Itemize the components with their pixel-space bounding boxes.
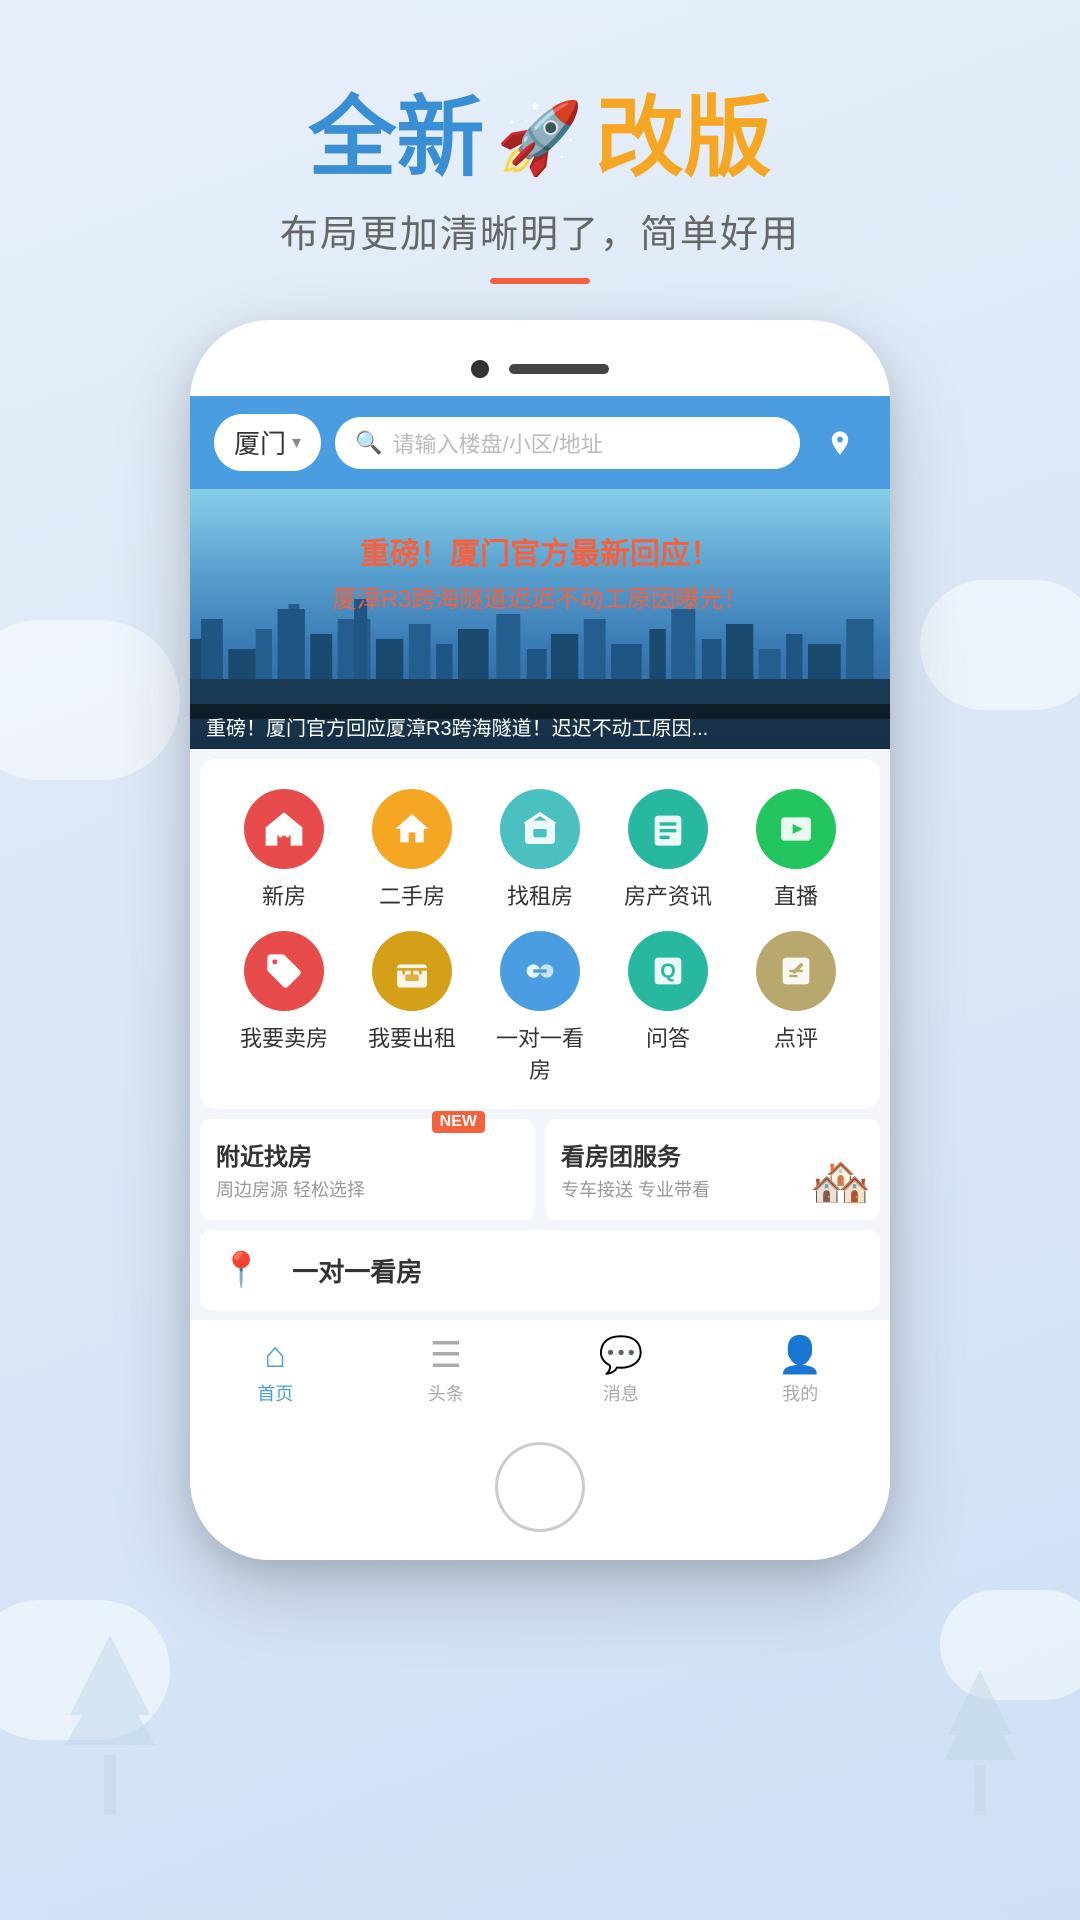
one-to-one-label-menu: 一对一看房	[490, 1021, 590, 1085]
live-label: 直播	[774, 879, 818, 911]
nearby-title: 附近找房	[216, 1137, 519, 1172]
banner[interactable]: 重磅！厦门官方最新回应！ 厦漳R3跨海隧道迟迟不动工原因曝光！ 重磅！厦门官方回…	[190, 489, 890, 749]
review-icon	[756, 931, 836, 1011]
search-icon: 🔍	[355, 430, 382, 456]
nearby-card[interactable]: 附近找房 周边房源 轻松选择 NEW	[200, 1119, 535, 1220]
svg-text:Q: Q	[660, 961, 676, 983]
qa-icon: Q	[628, 931, 708, 1011]
bottom-cards: 附近找房 周边房源 轻松选择 NEW 看房团服务 专车接送 专业带看 🏘️	[200, 1119, 880, 1220]
phone-top	[190, 350, 890, 396]
phone-frame: 厦门 ▾ 🔍 请输入楼盘/小区/地址	[190, 320, 890, 1560]
nav-item-home[interactable]: ⌂ 首页	[257, 1334, 293, 1406]
qa-label: 问答	[646, 1021, 690, 1053]
rent-label: 找租房	[507, 879, 573, 911]
app-header: 厦门 ▾ 🔍 请输入楼盘/小区/地址	[190, 396, 890, 489]
search-bar[interactable]: 🔍 请输入楼盘/小区/地址	[335, 417, 800, 469]
menu-item-one-to-one[interactable]: 一对一看房	[490, 931, 590, 1085]
map-area: 📍 一对一看房	[200, 1230, 880, 1310]
city-name: 厦门	[234, 424, 286, 461]
headline-underline	[490, 278, 590, 284]
icon-grid: 新房 二手房	[200, 759, 880, 1109]
tree-right	[940, 1655, 1020, 1820]
review-label: 点评	[774, 1021, 818, 1053]
menu-item-live[interactable]: 直播	[746, 789, 846, 911]
nav-item-profile[interactable]: 👤 我的	[778, 1334, 823, 1406]
menu-item-rent[interactable]: 找租房	[490, 789, 590, 911]
second-house-label: 二手房	[379, 879, 445, 911]
banner-bottom-bar: 重磅！厦门官方回应厦漳R3跨海隧道！迟迟不动工原因...	[190, 704, 890, 749]
bottom-nav: ⌂ 首页 ☰ 头条 💬 消息 👤 我的	[190, 1320, 890, 1426]
menu-item-qa[interactable]: Q 问答	[618, 931, 718, 1085]
chevron-down-icon: ▾	[292, 432, 301, 453]
nearby-sub: 周边房源 轻松选择	[216, 1176, 519, 1202]
new-house-label: 新房	[262, 879, 306, 911]
search-placeholder-text: 请输入楼盘/小区/地址	[392, 427, 602, 459]
headlines-nav-label: 头条	[428, 1380, 464, 1406]
news-label: 房产资讯	[624, 879, 712, 911]
new-house-icon	[244, 789, 324, 869]
location-icon[interactable]	[814, 417, 866, 469]
rocket-icon: 🚀	[496, 100, 583, 177]
headline-main: 全新 🚀 改版	[0, 90, 1080, 187]
icon-row-1: 新房 二手房	[220, 789, 860, 911]
tree-left	[60, 1615, 160, 1820]
banner-title: 重磅！厦门官方最新回应！	[190, 529, 890, 573]
headline-subtitle: 布局更加清晰明了，简单好用	[0, 203, 1080, 258]
live-icon	[756, 789, 836, 869]
messages-nav-label: 消息	[603, 1380, 639, 1406]
home-button[interactable]	[495, 1442, 585, 1532]
phone-camera	[471, 360, 489, 378]
phone-speaker	[509, 364, 609, 374]
lease-label: 我要出租	[368, 1021, 456, 1053]
nav-item-headlines[interactable]: ☰ 头条	[428, 1334, 464, 1406]
home-nav-icon: ⌂	[264, 1334, 286, 1376]
sell-icon	[244, 931, 324, 1011]
one-to-one-icon	[500, 931, 580, 1011]
city-selector[interactable]: 厦门 ▾	[214, 414, 321, 471]
building-decoration-icon: 🏘️	[810, 1153, 872, 1212]
headline-part2: 改版	[596, 90, 772, 187]
news-icon	[628, 789, 708, 869]
home-nav-label: 首页	[257, 1380, 293, 1406]
menu-item-sell[interactable]: 我要卖房	[234, 931, 334, 1085]
icon-row-2: 我要卖房 我要出租	[220, 931, 860, 1085]
banner-bottom-text: 重磅！厦门官方回应厦漳R3跨海隧道！迟迟不动工原因...	[206, 712, 874, 741]
one-to-one-card[interactable]: 一对一看房	[276, 1240, 860, 1301]
headline-part1: 全新	[308, 90, 484, 187]
menu-item-review[interactable]: 点评	[746, 931, 846, 1085]
new-badge: NEW	[432, 1111, 485, 1133]
rent-icon	[500, 789, 580, 869]
banner-text-overlay: 重磅！厦门官方最新回应！ 厦漳R3跨海隧道迟迟不动工原因曝光！	[190, 529, 890, 614]
profile-nav-label: 我的	[782, 1380, 818, 1406]
banner-subtitle: 厦漳R3跨海隧道迟迟不动工原因曝光！	[190, 579, 890, 614]
map-pin-icon: 📍	[220, 1250, 262, 1290]
one-to-one-card-label: 一对一看房	[292, 1257, 422, 1287]
nav-item-messages[interactable]: 💬 消息	[598, 1334, 643, 1406]
profile-nav-icon: 👤	[778, 1334, 823, 1376]
headlines-nav-icon: ☰	[430, 1334, 462, 1376]
menu-item-new-house[interactable]: 新房	[234, 789, 334, 911]
headline-section: 全新 🚀 改版 布局更加清晰明了，简单好用	[0, 0, 1080, 314]
home-button-row	[190, 1426, 890, 1560]
bg-cloud-left	[0, 620, 180, 780]
menu-item-second-house[interactable]: 二手房	[362, 789, 462, 911]
bg-cloud-right	[920, 580, 1080, 710]
lease-icon	[372, 931, 452, 1011]
menu-item-lease[interactable]: 我要出租	[362, 931, 462, 1085]
menu-item-news[interactable]: 房产资讯	[618, 789, 718, 911]
phone-wrapper: 厦门 ▾ 🔍 请输入楼盘/小区/地址	[190, 320, 890, 1560]
second-house-icon	[372, 789, 452, 869]
tour-card[interactable]: 看房团服务 专车接送 专业带看 🏘️	[545, 1119, 880, 1220]
sell-label: 我要卖房	[240, 1021, 328, 1053]
messages-nav-icon: 💬	[598, 1334, 643, 1376]
app-content: 厦门 ▾ 🔍 请输入楼盘/小区/地址	[190, 396, 890, 1560]
